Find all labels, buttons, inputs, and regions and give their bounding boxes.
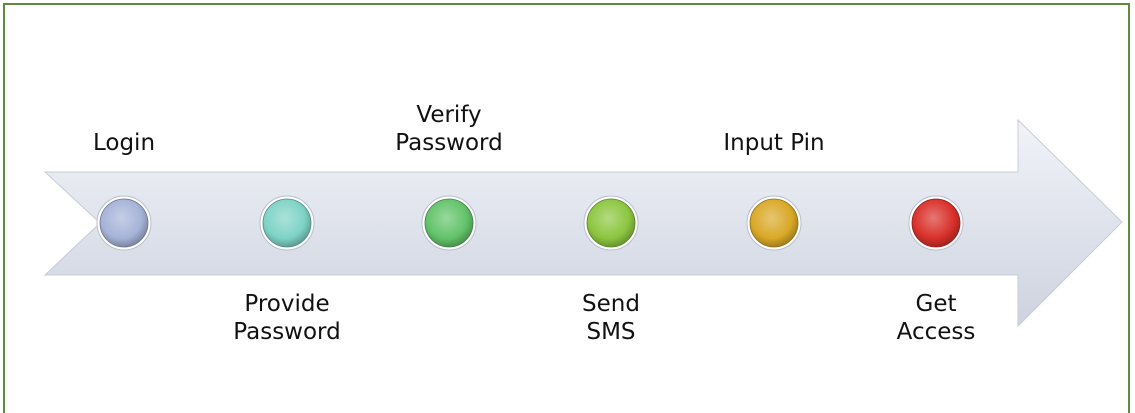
process-arrow-diagram bbox=[43, 118, 1123, 328]
step-node bbox=[262, 198, 312, 248]
step-label: Login bbox=[92, 130, 156, 156]
step-node bbox=[99, 198, 149, 248]
step-label: Input Pin bbox=[723, 130, 825, 156]
step-node bbox=[749, 198, 799, 248]
step-label: Send SMS bbox=[582, 291, 640, 345]
step-node bbox=[424, 198, 474, 248]
step-label: Verify Password bbox=[395, 102, 503, 156]
step-label: Provide Password bbox=[233, 291, 341, 345]
step-label: Get Access bbox=[896, 291, 976, 345]
step-node bbox=[586, 198, 636, 248]
step-node bbox=[911, 198, 961, 248]
